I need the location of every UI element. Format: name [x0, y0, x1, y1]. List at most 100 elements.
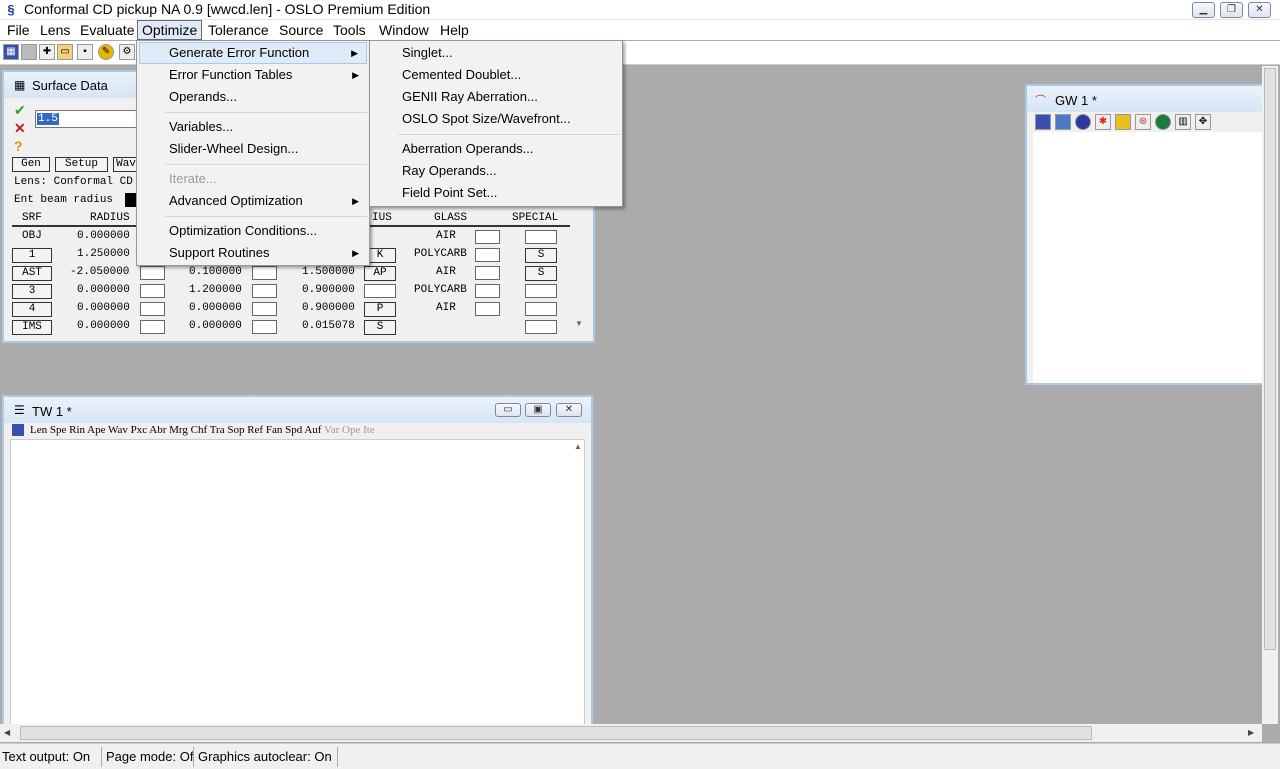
- aperture-cell[interactable]: 0.900000: [302, 302, 355, 314]
- glass-option-button[interactable]: [475, 230, 500, 244]
- submenu-item-ray-operands[interactable]: Ray Operands...: [372, 160, 620, 182]
- submenu-item-field-point-set[interactable]: Field Point Set...: [372, 182, 620, 204]
- aperture-flag-button[interactable]: AP: [364, 266, 396, 281]
- text-output-area[interactable]: [10, 439, 585, 727]
- radius-cell[interactable]: -2.050000: [70, 266, 129, 278]
- aperture-flag-button[interactable]: P: [364, 302, 396, 317]
- grid-icon[interactable]: ▦: [3, 44, 19, 60]
- special-button[interactable]: [525, 284, 557, 298]
- aperture-cell[interactable]: 1.500000: [302, 266, 355, 278]
- menu-optimize[interactable]: Optimize: [137, 20, 203, 40]
- menu-tools[interactable]: Tools: [329, 20, 370, 40]
- glass-cell[interactable]: POLYCARB: [414, 284, 467, 296]
- glass-cell[interactable]: AIR: [436, 302, 456, 314]
- menu-help[interactable]: Help: [436, 20, 473, 40]
- restore-button[interactable]: ❐: [1220, 2, 1243, 18]
- value-entry-field[interactable]: 1.5: [35, 110, 139, 128]
- special-button[interactable]: [525, 320, 557, 334]
- aperture-cell[interactable]: 0.015078: [302, 320, 355, 332]
- submenu-item-cemented-doublet[interactable]: Cemented Doublet...: [372, 64, 620, 86]
- vertical-scroll-thumb[interactable]: [1264, 68, 1276, 650]
- menu-item-support-routines[interactable]: Support Routines ▶: [139, 242, 367, 264]
- setup-button[interactable]: Setup: [55, 157, 108, 172]
- oslo-app-icon[interactable]: §: [3, 2, 19, 18]
- radius-cell[interactable]: 0.000000: [77, 302, 130, 314]
- text-window-grid-icon[interactable]: [12, 424, 24, 436]
- menu-evaluate[interactable]: Evaluate: [76, 20, 138, 40]
- special-button[interactable]: S: [525, 248, 557, 263]
- report-shortcuts-active[interactable]: Len Spe Rin Ape Wav Pxc Abr Mrg Chf Tra …: [30, 424, 321, 436]
- ray-trace-icon[interactable]: [1075, 114, 1091, 130]
- help-question-icon[interactable]: ?: [14, 138, 23, 154]
- thickness-option-button[interactable]: [252, 302, 277, 316]
- submenu-item-genii-ray-aberration[interactable]: GENII Ray Aberration...: [372, 86, 620, 108]
- radius-cell[interactable]: 0.000000: [77, 284, 130, 296]
- aperture-flag-button[interactable]: S: [364, 320, 396, 335]
- horizontal-scrollbar[interactable]: ◀ ▶: [0, 724, 1262, 742]
- menu-tolerance[interactable]: Tolerance: [204, 20, 273, 40]
- menu-item-slider-wheel-design[interactable]: Slider-Wheel Design...: [139, 138, 367, 160]
- spot-diagram-icon[interactable]: ⊛: [1135, 114, 1151, 130]
- mtf-icon[interactable]: ▥: [1175, 114, 1191, 130]
- radius-option-button[interactable]: [140, 266, 165, 280]
- new-lens-icon[interactable]: ✚: [39, 44, 55, 60]
- menu-lens[interactable]: Lens: [36, 20, 74, 40]
- radius-cell[interactable]: 0.000000: [77, 230, 130, 242]
- table-row[interactable]: IMS 0.000000 0.000000 0.015078 S: [4, 319, 579, 337]
- menu-item-generate-error-function[interactable]: Generate Error Function ▶: [139, 42, 367, 64]
- glass-option-button[interactable]: [475, 284, 500, 298]
- srf-cell[interactable]: 3: [12, 284, 52, 299]
- special-button[interactable]: [525, 302, 557, 316]
- tw-minimize-button[interactable]: ▭: [495, 403, 521, 417]
- menu-item-optimization-conditions[interactable]: Optimization Conditions...: [139, 220, 367, 242]
- glass-cell[interactable]: AIR: [436, 266, 456, 278]
- menu-item-advanced-optimization[interactable]: Advanced Optimization ▶: [139, 190, 367, 212]
- special-button[interactable]: S: [525, 266, 557, 281]
- aperture-flag-button[interactable]: [364, 284, 396, 298]
- menu-item-error-function-tables[interactable]: Error Function Tables ▶: [139, 64, 367, 86]
- thickness-cell[interactable]: 0.100000: [189, 266, 242, 278]
- radius-cell[interactable]: 1.250000: [77, 248, 130, 260]
- submenu-item-singlet[interactable]: Singlet...: [372, 42, 620, 64]
- vertical-scrollbar[interactable]: [1262, 66, 1278, 724]
- optimize-icon[interactable]: ✎: [98, 44, 114, 60]
- scroll-left-arrow-icon[interactable]: ◀: [4, 728, 10, 737]
- srf-cell[interactable]: IMS: [12, 320, 52, 335]
- scroll-up-arrow-icon[interactable]: ▲: [574, 442, 582, 451]
- tw-close-button[interactable]: ✕: [556, 403, 582, 417]
- menu-file[interactable]: File: [3, 20, 34, 40]
- aperture-cell[interactable]: 0.900000: [302, 284, 355, 296]
- graphics-canvas[interactable]: [1033, 132, 1263, 383]
- blank-doc-icon[interactable]: [21, 44, 37, 60]
- lens-drawing-icon[interactable]: [1055, 114, 1071, 130]
- glass-option-button[interactable]: [475, 248, 500, 262]
- minimize-button[interactable]: ▁: [1192, 2, 1215, 18]
- glass-option-button[interactable]: [475, 266, 500, 280]
- submenu-item-oslo-spot-size[interactable]: OSLO Spot Size/Wavefront...: [372, 108, 620, 130]
- thickness-option-button[interactable]: [252, 320, 277, 334]
- menu-item-operands[interactable]: Operands...: [139, 86, 367, 108]
- psf-icon[interactable]: [1155, 114, 1171, 130]
- cancel-x-icon[interactable]: ✕: [14, 120, 26, 137]
- table-row[interactable]: AST -2.050000 0.100000 1.500000 AP AIR S: [4, 265, 579, 283]
- scroll-down-arrow-icon[interactable]: ▼: [575, 319, 583, 328]
- scroll-right-arrow-icon[interactable]: ▶: [1248, 728, 1254, 737]
- move-icon[interactable]: ✥: [1195, 114, 1211, 130]
- menu-window[interactable]: Window: [375, 20, 433, 40]
- radius-option-button[interactable]: [140, 320, 165, 334]
- special-button[interactable]: [525, 230, 557, 244]
- glass-option-button[interactable]: [475, 302, 500, 316]
- glass-cell[interactable]: POLYCARB: [414, 248, 467, 260]
- radius-option-button[interactable]: [140, 284, 165, 298]
- tw-restore-button[interactable]: ▣: [525, 403, 551, 417]
- table-row[interactable]: 3 0.000000 1.200000 0.900000 POLYCARB: [4, 283, 579, 301]
- thickness-option-button[interactable]: [252, 284, 277, 298]
- close-button[interactable]: ✕: [1248, 2, 1271, 18]
- srf-cell[interactable]: 4: [12, 302, 52, 317]
- report-shortcut-bar[interactable]: Len Spe Rin Ape Wav Pxc Abr Mrg Chf Tra …: [30, 424, 375, 436]
- menu-source[interactable]: Source: [275, 20, 327, 40]
- srf-cell[interactable]: AST: [12, 266, 52, 281]
- menu-item-variables[interactable]: Variables...: [139, 116, 367, 138]
- radius-option-button[interactable]: [140, 302, 165, 316]
- ray-fan-icon[interactable]: ✱: [1095, 114, 1111, 130]
